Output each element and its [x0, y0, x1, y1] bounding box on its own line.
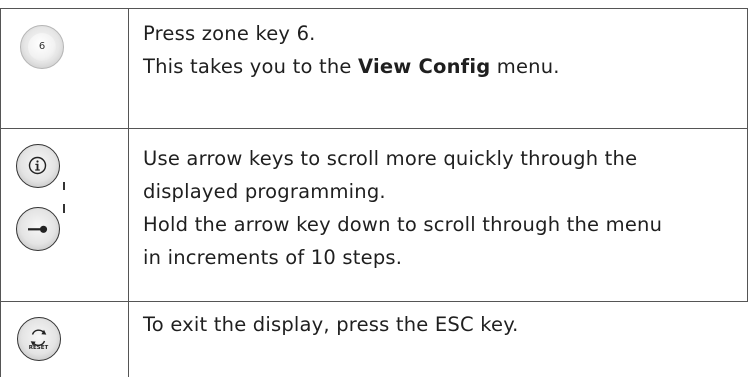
key-arrow-key-icon	[16, 207, 60, 251]
zone-key-6-icon: 6	[20, 25, 64, 69]
row-divider-1	[0, 128, 748, 129]
row1-line1: Press zone key 6.	[143, 22, 316, 45]
row2-line4: in increments of 10 steps.	[143, 246, 403, 269]
info-symbol-icon	[28, 156, 47, 175]
reset-arrows-icon	[30, 329, 47, 347]
reset-key-label: RESET	[28, 345, 49, 351]
column-divider	[128, 8, 129, 377]
row2-line3: Hold the arrow key down to scroll throug…	[143, 213, 663, 236]
row-divider-2	[0, 301, 748, 302]
key-symbol-icon	[28, 225, 48, 233]
arrow-up-tick	[63, 204, 65, 213]
row2-line2: displayed programming.	[143, 180, 386, 203]
view-config-menu-name: View Config	[358, 55, 491, 78]
table-top-border	[0, 8, 748, 9]
table-left-border	[0, 8, 1, 377]
row2-line1: Use arrow keys to scroll more quickly th…	[143, 147, 638, 170]
info-arrow-key-icon	[16, 144, 60, 188]
arrow-down-tick	[63, 182, 65, 190]
row1-line2-post: menu.	[490, 55, 560, 78]
reset-esc-key-icon: RESET	[17, 317, 61, 361]
row1-line2-pre: This takes you to the	[143, 55, 358, 78]
zone-key-label: 6	[38, 41, 46, 52]
row1-line2: This takes you to the View Config menu.	[143, 50, 560, 83]
row3-line1: To exit the display, press the ESC key.	[143, 313, 519, 336]
